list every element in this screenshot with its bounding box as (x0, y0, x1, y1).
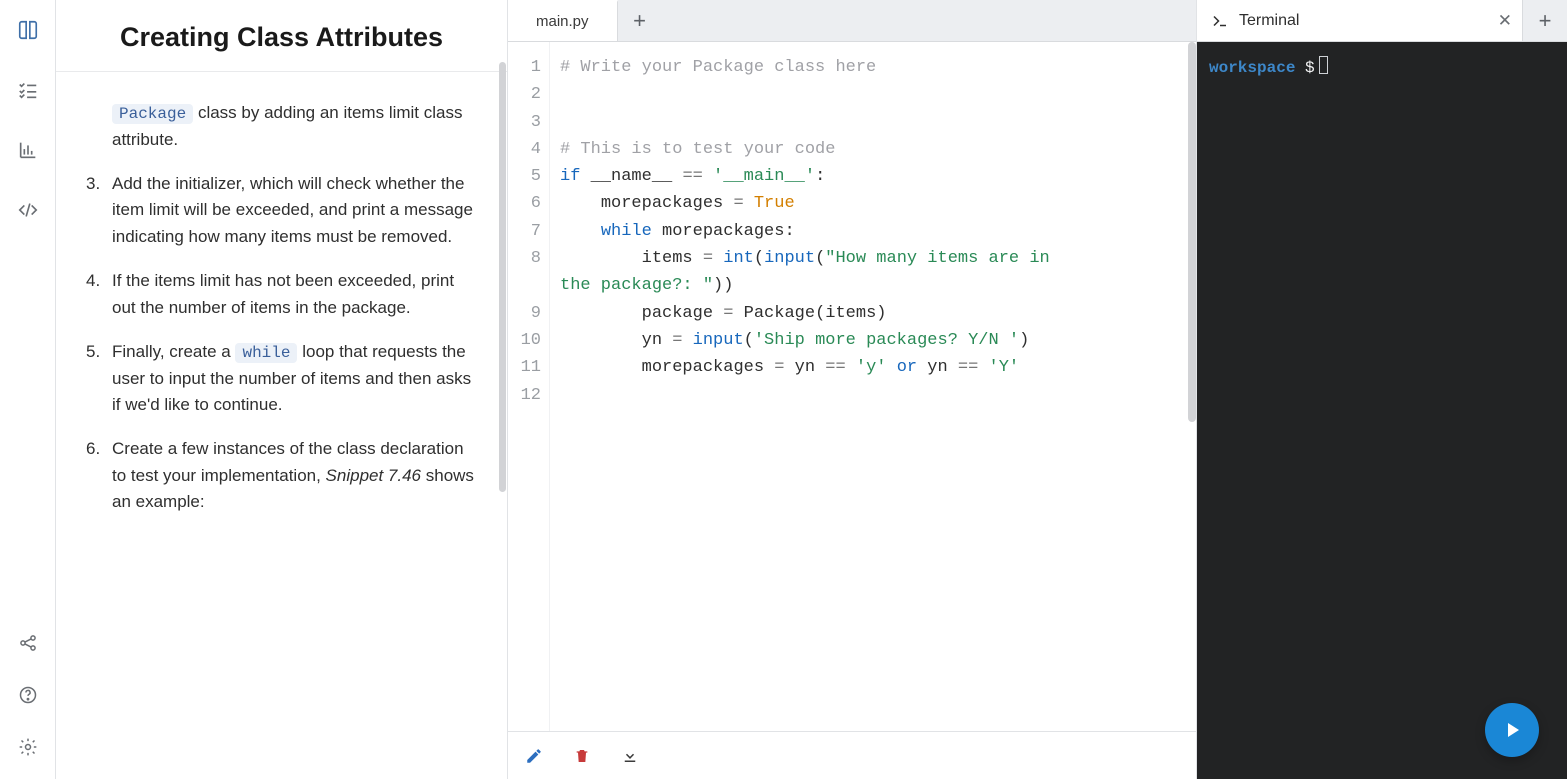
line-gutter: 123456789101112 (508, 42, 550, 731)
instruction-item: 5.Finally, create a while loop that requ… (86, 339, 477, 418)
instruction-item: 4.If the items limit has not been exceed… (86, 268, 477, 321)
terminal-icon (1211, 12, 1229, 30)
code-content[interactable]: # Write your Package class here # This i… (550, 42, 1072, 731)
terminal-body[interactable]: workspace $ (1197, 42, 1567, 779)
run-button[interactable] (1485, 703, 1539, 757)
checklist-icon[interactable] (16, 78, 40, 102)
instructions-panel: Creating Class Attributes Package class … (56, 0, 508, 779)
pencil-icon[interactable] (524, 746, 544, 766)
editor-tab[interactable]: main.py (508, 0, 618, 41)
prompt-dollar: $ (1305, 59, 1315, 77)
trash-icon[interactable] (572, 746, 592, 766)
tab-label: Terminal (1239, 12, 1299, 30)
close-icon[interactable]: ✕ (1498, 11, 1512, 31)
prompt-workspace: workspace (1209, 59, 1295, 77)
editor-toolbar (508, 731, 1196, 779)
editor-panel: main.py + 123456789101112 # Write your P… (508, 0, 1197, 779)
instruction-item: 3.Add the initializer, which will check … (86, 171, 477, 250)
chart-icon[interactable] (16, 138, 40, 162)
page-title: Creating Class Attributes (56, 0, 507, 72)
new-tab-button[interactable]: + (618, 0, 662, 41)
code-icon[interactable] (16, 198, 40, 222)
book-icon[interactable] (16, 18, 40, 42)
scrollbar[interactable] (499, 62, 506, 492)
code-editor[interactable]: 123456789101112 # Write your Package cla… (508, 42, 1196, 731)
new-terminal-button[interactable]: + (1523, 0, 1567, 41)
side-rail (0, 0, 56, 779)
help-icon[interactable] (16, 683, 40, 707)
editor-tabbar: main.py + (508, 0, 1196, 42)
tab-label: main.py (536, 13, 589, 30)
scrollbar[interactable] (1188, 42, 1196, 422)
instructions-body[interactable]: Package class by adding an items limit c… (56, 72, 507, 563)
download-icon[interactable] (620, 746, 640, 766)
gear-icon[interactable] (16, 735, 40, 759)
code-pill: while (235, 343, 297, 363)
instruction-item: 6.Create a few instances of the class de… (86, 436, 477, 515)
code-pill: Package (112, 104, 193, 124)
terminal-panel: Terminal ✕ + workspace $ (1197, 0, 1567, 779)
share-icon[interactable] (16, 631, 40, 655)
terminal-cursor (1319, 56, 1328, 74)
terminal-tab[interactable]: Terminal ✕ (1197, 0, 1523, 41)
terminal-tabbar: Terminal ✕ + (1197, 0, 1567, 42)
play-icon (1500, 718, 1524, 742)
instruction-item: Package class by adding an items limit c… (86, 100, 477, 153)
